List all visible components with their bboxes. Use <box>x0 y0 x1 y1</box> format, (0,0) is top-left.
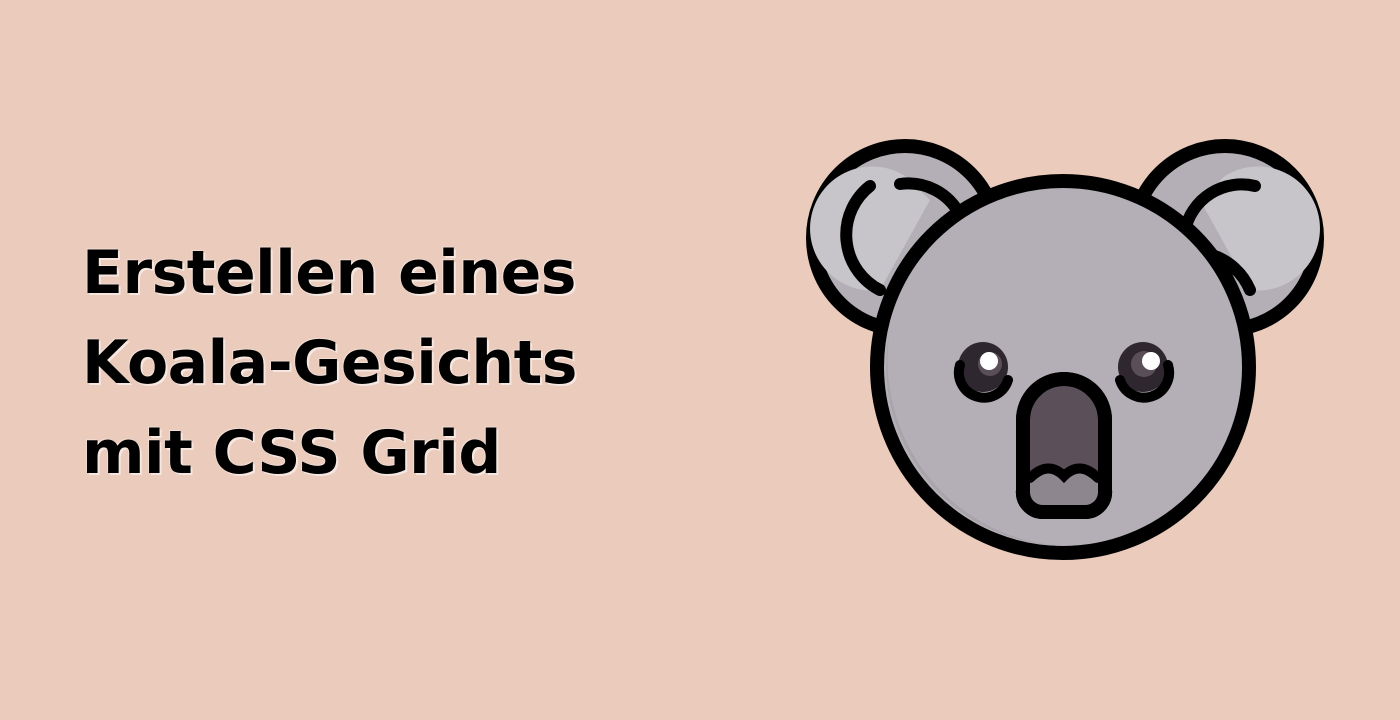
title-line-3: mit CSS Grid <box>82 418 501 488</box>
right-eye-shine <box>1142 352 1160 370</box>
title-line-1: Erstellen eines <box>82 238 576 308</box>
left-eye-shine <box>980 352 998 370</box>
koala-face-icon <box>806 139 1324 560</box>
title-line-2: Koala-Gesichts <box>82 328 578 398</box>
banner-title: Erstellen eines Koala-Gesichts mit CSS G… <box>82 228 722 498</box>
